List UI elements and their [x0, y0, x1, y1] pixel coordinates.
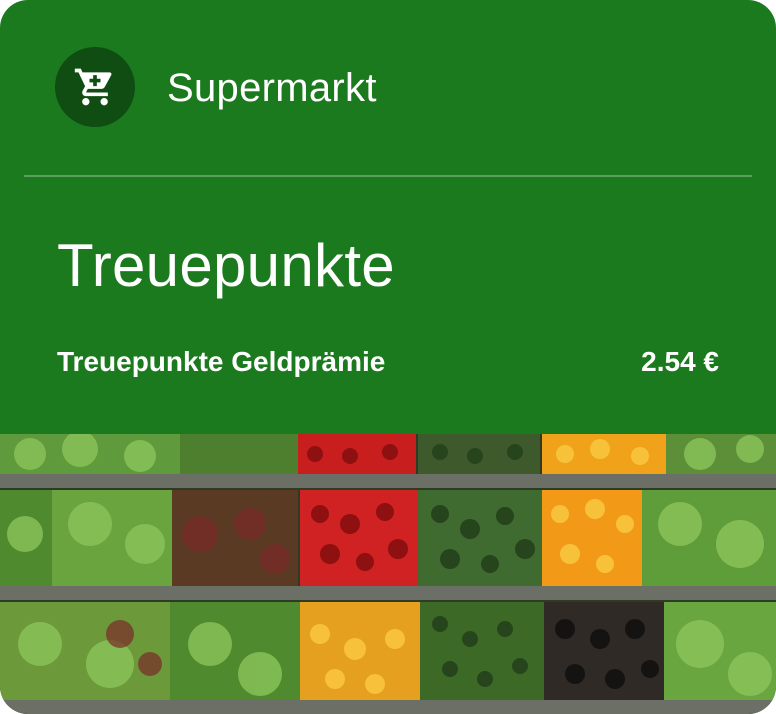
- hero-image: [0, 434, 776, 714]
- produce-shelves-image: [0, 434, 776, 714]
- program-title: Treuepunkte: [57, 232, 395, 299]
- loyalty-card[interactable]: Supermarkt Treuepunkte Treuepunkte Geldp…: [0, 0, 776, 714]
- shopping-cart-icon: [74, 68, 112, 106]
- divider: [24, 175, 752, 177]
- card-header: Supermarkt: [0, 0, 776, 176]
- balance-label: Treuepunkte Geldprämie: [57, 346, 386, 377]
- merchant-logo: [55, 47, 135, 127]
- balance-value: 2.54 €: [641, 346, 719, 377]
- balance-row: Treuepunkte Geldprämie 2.54 €: [57, 342, 719, 382]
- merchant-name: Supermarkt: [167, 66, 377, 110]
